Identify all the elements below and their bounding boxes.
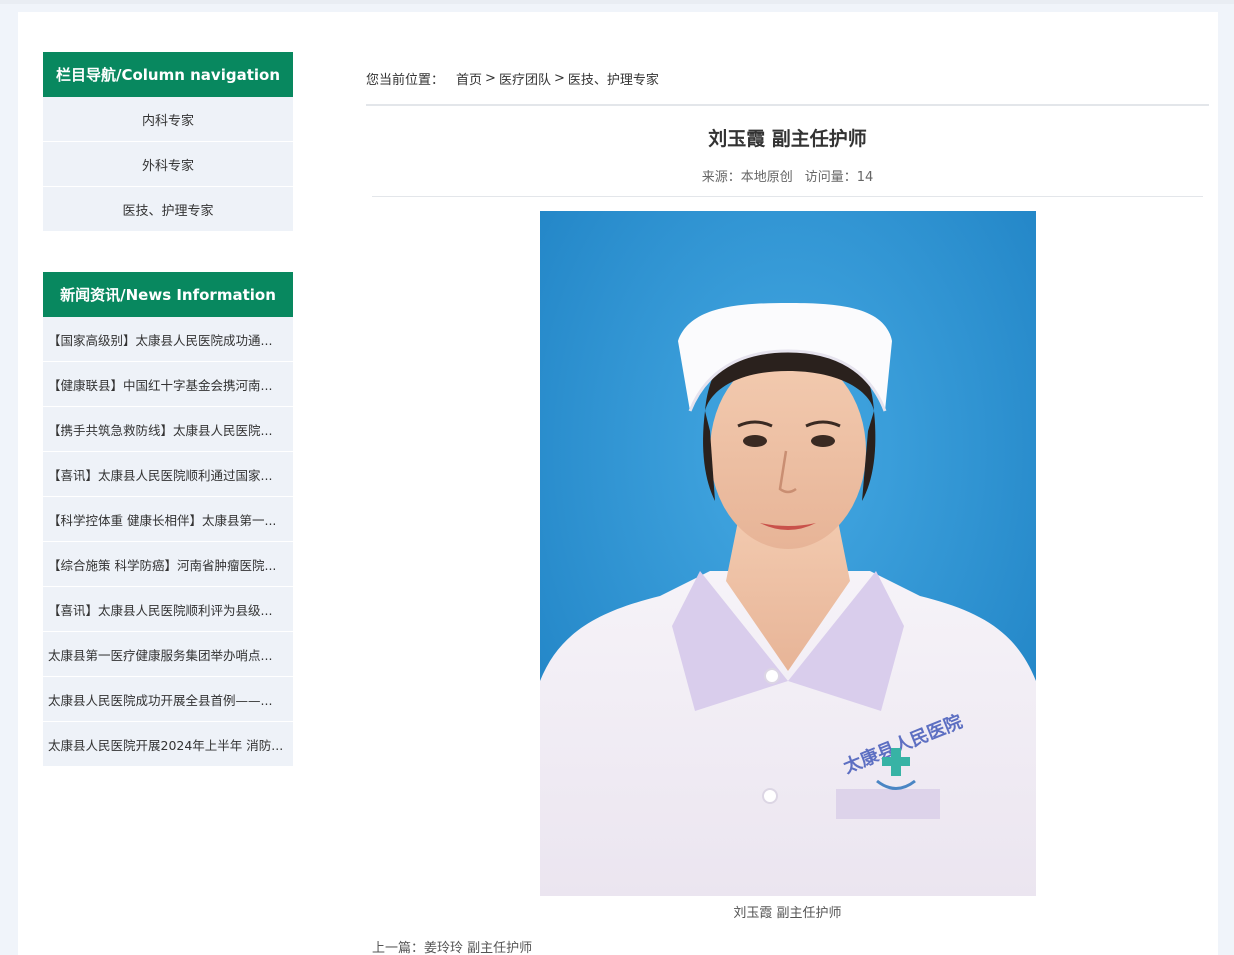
breadcrumb: 您当前位置： 首页 > 医疗团队 > 医技、护理专家 xyxy=(366,52,1209,106)
portrait-photo: 太康县人民医院 xyxy=(539,211,1036,896)
news-item[interactable]: 【喜讯】太康县人民医院顺利通过国家... xyxy=(43,452,293,497)
news-item[interactable]: 【科学控体重 健康长相伴】太康县第一... xyxy=(43,497,293,542)
views-label: 访问量： xyxy=(804,170,857,185)
news-block: 新闻资讯/News Information 【国家高级别】太康县人民医院成功通.… xyxy=(43,272,293,767)
top-strip xyxy=(0,0,1234,4)
column-nav-title: 栏目导航/Column navigation xyxy=(55,66,281,84)
article-title: 刘玉霞 副主任护师 xyxy=(708,128,867,150)
source-value: 本地原创 xyxy=(740,170,793,185)
news-link[interactable]: 太康县人民医院开展2024年上半年 消防... xyxy=(48,735,287,754)
meta-divider xyxy=(372,196,1203,197)
news-link[interactable]: 【喜讯】太康县人民医院顺利评为县级... xyxy=(48,600,287,619)
breadcrumb-home-link[interactable]: 首页 xyxy=(456,69,482,88)
news-item[interactable]: 太康县人民医院成功开展全县首例——... xyxy=(43,677,293,722)
column-nav-header: 栏目导航/Column navigation xyxy=(43,52,293,97)
portrait-illustration: 太康县人民医院 xyxy=(539,211,1036,896)
breadcrumb-team-link[interactable]: 医疗团队 xyxy=(499,69,551,88)
news-link[interactable]: 【综合施策 科学防癌】河南省肿瘤医院... xyxy=(48,555,287,574)
breadcrumb-label: 您当前位置： xyxy=(366,72,445,88)
news-item[interactable]: 太康县人民医院开展2024年上半年 消防... xyxy=(43,722,293,767)
page-container: 栏目导航/Column navigation 内科专家 外科专家 医技、护理专家… xyxy=(18,12,1218,955)
nav-item-medtech-nursing[interactable]: 医技、护理专家 xyxy=(43,187,293,232)
main-content: 您当前位置： 首页 > 医疗团队 > 医技、护理专家 刘玉霞 副主任护师 来源：… xyxy=(366,52,1209,955)
article-meta: 来源：本地原创 访问量：14 xyxy=(366,168,1209,188)
prev-article-link[interactable]: 上一篇：姜玲玲 副主任护师 xyxy=(366,937,1209,955)
news-link[interactable]: 太康县人民医院成功开展全县首例——... xyxy=(48,690,287,709)
news-item[interactable]: 【携手共筑急救防线】太康县人民医院... xyxy=(43,407,293,452)
news-item[interactable]: 【综合施策 科学防癌】河南省肿瘤医院... xyxy=(43,542,293,587)
news-item[interactable]: 太康县第一医疗健康服务集团举办哨点... xyxy=(43,632,293,677)
news-link[interactable]: 【国家高级别】太康县人民医院成功通... xyxy=(48,330,287,349)
news-item[interactable]: 【健康联县】中国红十字基金会携河南... xyxy=(43,362,293,407)
sidebar: 栏目导航/Column navigation 内科专家 外科专家 医技、护理专家… xyxy=(43,52,293,767)
nav-item-label: 医技、护理专家 xyxy=(122,203,214,219)
nav-item-label: 外科专家 xyxy=(141,158,194,174)
news-item[interactable]: 【国家高级别】太康县人民医院成功通... xyxy=(43,317,293,362)
nav-item-surgery[interactable]: 外科专家 xyxy=(43,142,293,187)
news-link[interactable]: 【科学控体重 健康长相伴】太康县第一... xyxy=(48,510,287,529)
nav-item-internal-medicine[interactable]: 内科专家 xyxy=(43,97,293,142)
news-header: 新闻资讯/News Information xyxy=(43,272,293,317)
news-link[interactable]: 【携手共筑急救防线】太康县人民医院... xyxy=(48,420,287,439)
news-title: 新闻资讯/News Information xyxy=(60,286,276,304)
news-link[interactable]: 【喜讯】太康县人民医院顺利通过国家... xyxy=(48,465,287,484)
column-nav-list: 内科专家 外科专家 医技、护理专家 xyxy=(43,97,293,232)
news-list: 【国家高级别】太康县人民医院成功通... 【健康联县】中国红十字基金会携河南..… xyxy=(43,317,293,767)
source-label: 来源： xyxy=(701,170,741,185)
nav-item-label: 内科专家 xyxy=(141,113,194,129)
news-link[interactable]: 【健康联县】中国红十字基金会携河南... xyxy=(48,375,287,394)
views-count: 14 xyxy=(856,170,874,185)
breadcrumb-separator: > xyxy=(485,70,496,86)
photo-caption: 刘玉霞 副主任护师 xyxy=(733,906,842,921)
news-link[interactable]: 太康县第一医疗健康服务集团举办哨点... xyxy=(48,645,287,664)
breadcrumb-separator: > xyxy=(553,70,565,86)
news-item[interactable]: 【喜讯】太康县人民医院顺利评为县级... xyxy=(43,587,293,632)
breadcrumb-current-link[interactable]: 医技、护理专家 xyxy=(568,69,659,88)
